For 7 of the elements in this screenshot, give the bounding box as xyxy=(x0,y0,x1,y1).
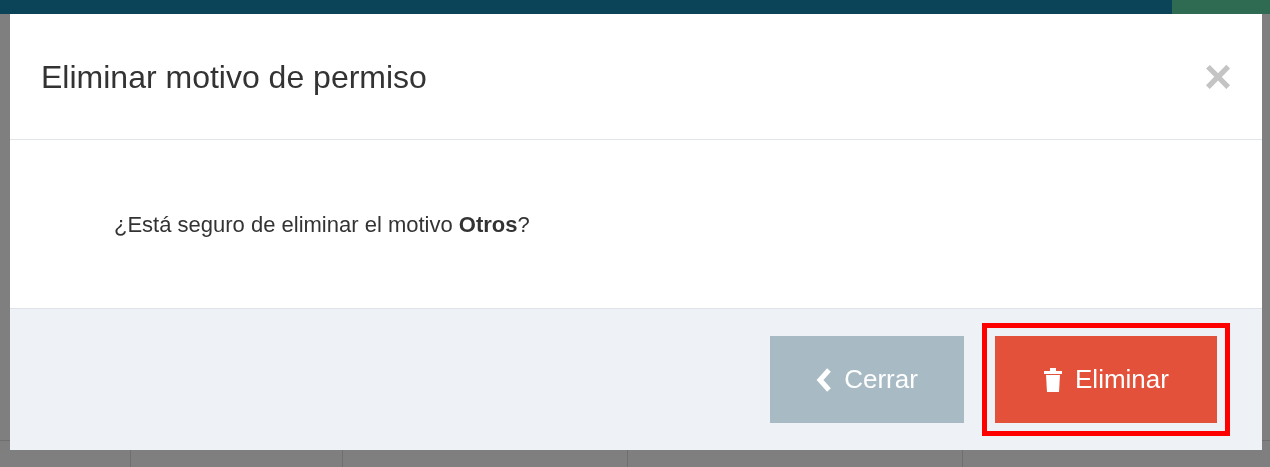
dialog-title: Eliminar motivo de permiso xyxy=(41,57,427,97)
confirmation-message: ¿Está seguro de eliminar el motivo Otros? xyxy=(114,210,530,239)
trash-icon xyxy=(1043,367,1064,392)
delete-button[interactable]: Eliminar xyxy=(995,336,1217,423)
close-button[interactable]: × xyxy=(1203,52,1232,101)
chevron-left-icon xyxy=(816,367,833,392)
close-button[interactable]: Cerrar xyxy=(770,336,964,423)
